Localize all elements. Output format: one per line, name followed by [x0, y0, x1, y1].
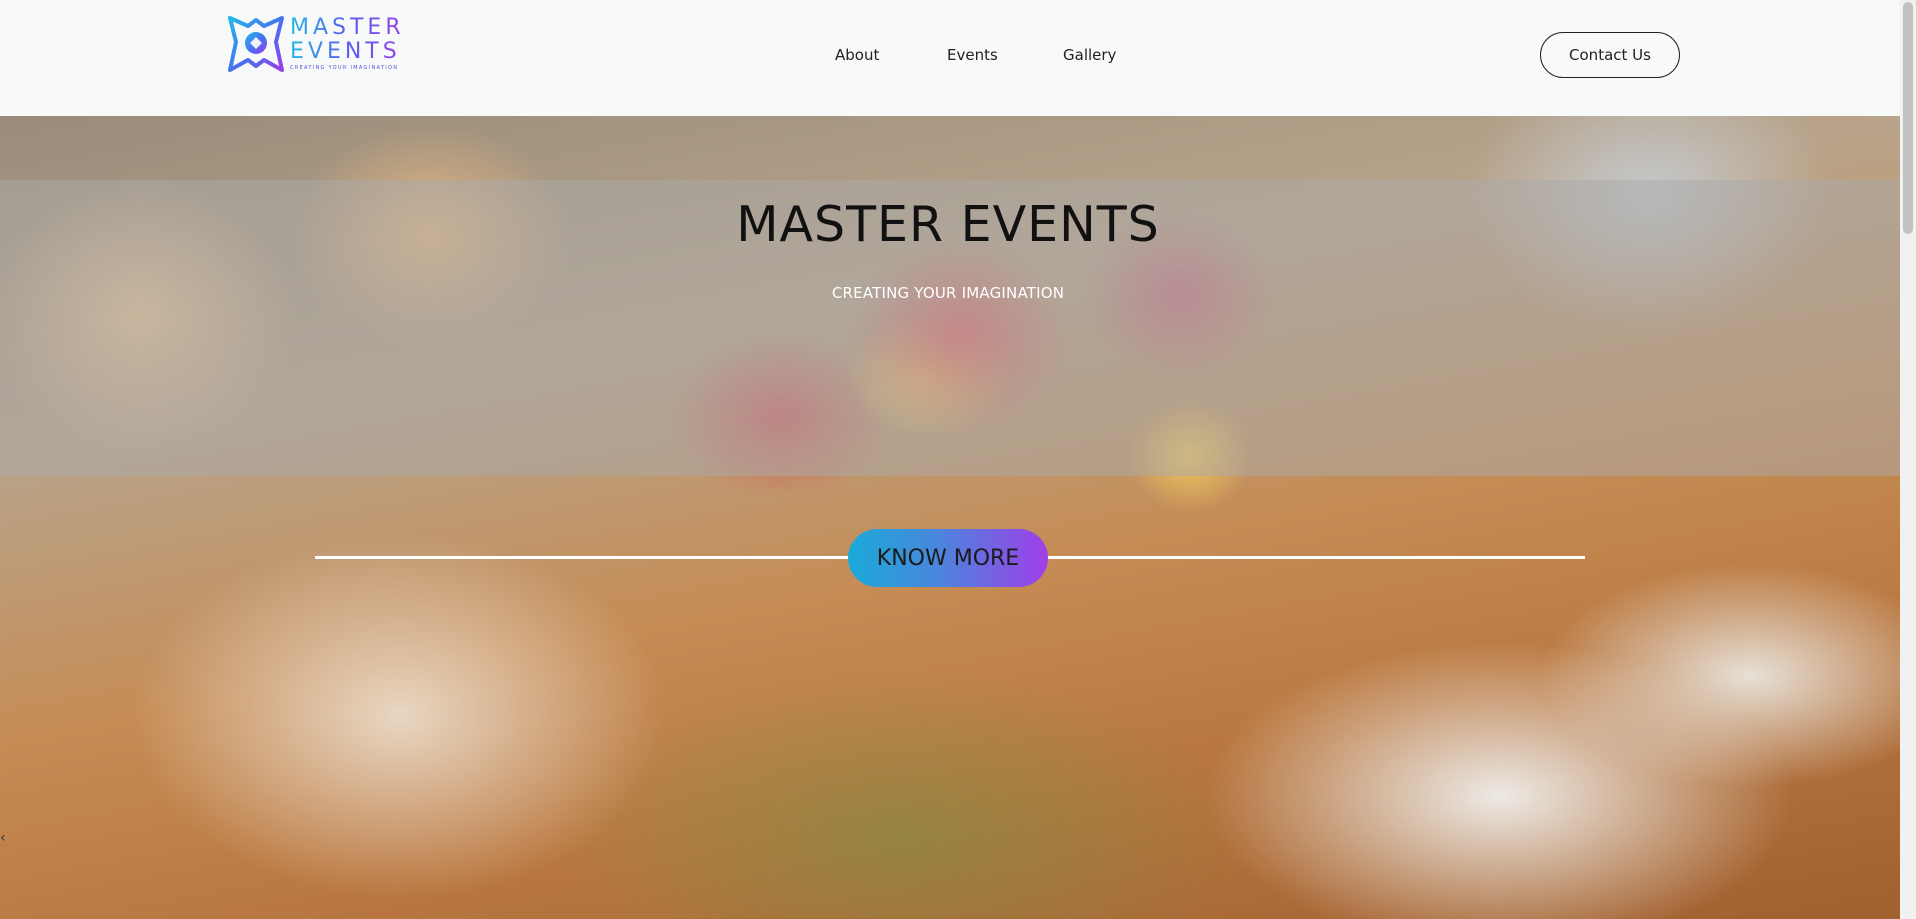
logo-word-master: MASTER	[290, 15, 405, 40]
hero-subtitle: CREATING YOUR IMAGINATION	[831, 284, 1065, 302]
nav-about[interactable]: About	[835, 46, 879, 64]
brand-logo[interactable]: MASTER EVENTS CREATING YOUR IMAGINATION	[226, 14, 406, 74]
chevron-left-icon[interactable]: ‹	[0, 830, 6, 846]
page: MASTER EVENTS CREATING YOUR IMAGINATION …	[0, 0, 1916, 919]
logo-word-events: EVENTS	[290, 41, 405, 63]
nav-gallery[interactable]: Gallery	[1063, 46, 1116, 64]
site-header: MASTER EVENTS CREATING YOUR IMAGINATION …	[0, 0, 1900, 116]
contact-us-button[interactable]: Contact Us	[1540, 32, 1680, 78]
hero-section: MASTER EVENTS CREATING YOUR IMAGINATION …	[0, 116, 1900, 919]
know-more-button[interactable]: KNOW MORE	[848, 529, 1048, 587]
logo-tagline: CREATING YOUR IMAGINATION	[290, 65, 399, 71]
page-scrollbar[interactable]	[1900, 0, 1916, 919]
nav-events[interactable]: Events	[947, 46, 998, 64]
hero-title: MASTER EVENTS	[736, 196, 1160, 253]
scrollbar-thumb[interactable]	[1903, 2, 1913, 234]
logo-mark-icon	[228, 16, 284, 72]
